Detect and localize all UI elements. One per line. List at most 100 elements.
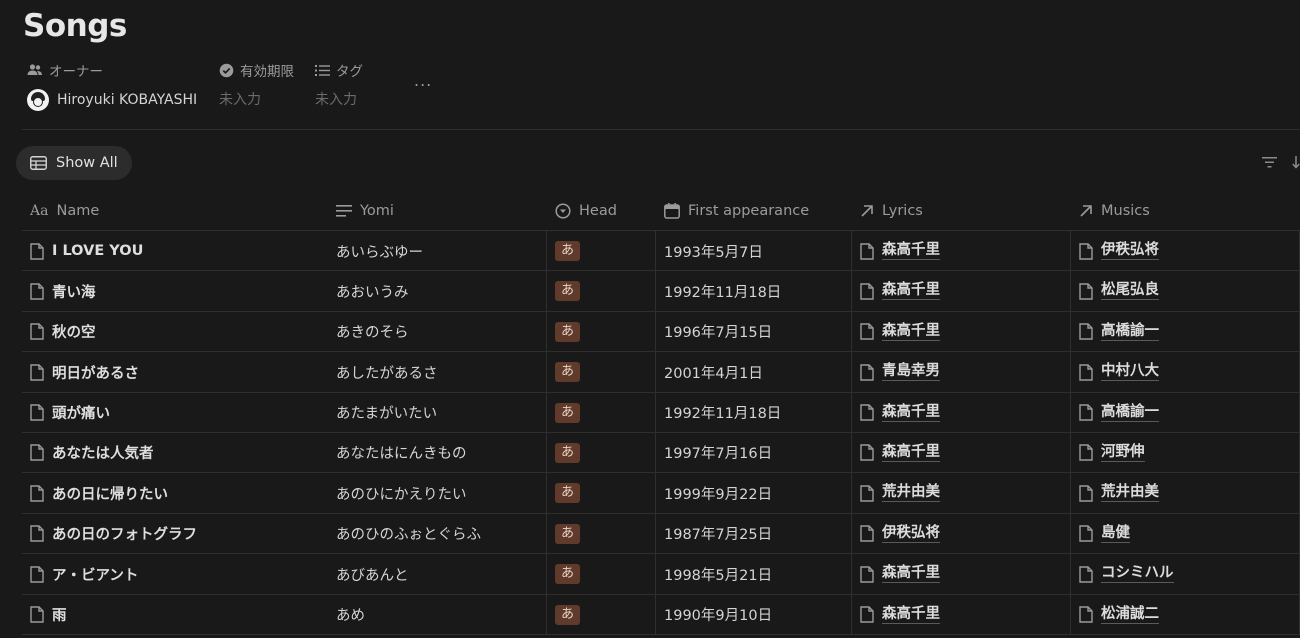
cell-musics[interactable]: 高橋諭一 (1071, 392, 1300, 433)
relation-link[interactable]: 高橋諭一 (1101, 323, 1159, 341)
cell-first[interactable]: 1990年9月10日 (656, 594, 852, 635)
cell-musics[interactable]: 島健 (1071, 513, 1300, 554)
cell-text[interactable]: ア・ビアント (52, 564, 138, 585)
view-tab-show-all[interactable]: Show All (16, 146, 132, 180)
table-row[interactable]: あなたは人気者 あなたはにんきもの あ 1997年7月16日 森高千里 河野伸 (22, 432, 1300, 474)
cell-first[interactable]: 1998年5月21日 (656, 554, 852, 595)
cell-lyrics[interactable]: 荒井由美 (852, 473, 1071, 514)
cell-head[interactable]: あ (547, 432, 656, 473)
cell-text[interactable]: 雨 (52, 604, 67, 625)
cell-name[interactable]: 明日があるさ (22, 352, 328, 392)
cell-name[interactable]: 青い海 (22, 271, 328, 311)
cell-lyrics[interactable]: 森高千里 (852, 231, 1071, 271)
cell-head[interactable]: あ (547, 392, 656, 433)
cell-first[interactable]: 1997年7月16日 (656, 432, 852, 473)
table-row[interactable]: 秋の空 あきのそら あ 1996年7月15日 森高千里 高橋諭一 (22, 311, 1300, 353)
cell-musics[interactable]: 伊秩弘将 (1071, 231, 1300, 271)
cell-name[interactable]: I LOVE YOU (22, 231, 328, 271)
owner-value[interactable]: Hiroyuki KOBAYASHI (27, 89, 197, 111)
cell-first[interactable]: 1992年11月18日 (656, 271, 852, 312)
relation-link[interactable]: 森高千里 (882, 606, 940, 624)
relation-link[interactable]: 伊秩弘将 (882, 525, 940, 543)
table-row[interactable]: 雨 あめ あ 1990年9月10日 森高千里 松浦誠二 (22, 594, 1300, 635)
table-row[interactable]: ア・ビアント あびあんと あ 1998年5月21日 森高千里 コシミハル (22, 554, 1300, 595)
relation-link[interactable]: 伊秩弘将 (1101, 242, 1159, 260)
cell-first[interactable]: 2001年4月1日 (656, 352, 852, 393)
cell-musics[interactable]: 松浦誠二 (1071, 594, 1300, 635)
relation-link[interactable]: 森高千里 (882, 242, 940, 260)
cell-text[interactable]: 頭が痛い (52, 402, 110, 423)
cell-head[interactable]: あ (547, 473, 656, 514)
table-row[interactable]: あの日のフォトグラフ あのひのふぉとぐらふ あ 1987年7月25日 伊秩弘将 島健 (22, 513, 1300, 555)
relation-link[interactable]: 森高千里 (882, 282, 940, 301)
column-header-head[interactable]: Head (547, 191, 656, 230)
cell-musics[interactable]: 中村八大 (1071, 352, 1300, 393)
cell-first[interactable]: 1996年7月15日 (656, 311, 852, 352)
cell-text[interactable]: 青い海 (52, 281, 96, 302)
relation-link[interactable]: コシミハル (1101, 565, 1174, 584)
cell-name[interactable]: ア・ビアント (22, 554, 328, 594)
relation-link[interactable]: 松浦誠二 (1101, 606, 1159, 624)
table-row[interactable]: 明日があるさ あしたがあるさ あ 2001年4月1日 青島幸男 中村八大 (22, 352, 1300, 393)
cell-text[interactable]: あの日に帰りたい (52, 483, 168, 504)
cell-name[interactable]: 秋の空 (22, 312, 328, 352)
cell-yomi[interactable]: あのひのふぉとぐらふ (328, 513, 547, 554)
cell-yomi[interactable]: あのひにかえりたい (328, 473, 547, 514)
column-header-name[interactable]: Aa Name (22, 191, 328, 230)
owner-property-label[interactable]: オーナー (27, 60, 103, 80)
relation-link[interactable]: 荒井由美 (1101, 484, 1159, 503)
relation-link[interactable]: 河野伸 (1101, 444, 1145, 462)
more-properties-button[interactable]: ... (414, 71, 432, 90)
table-row[interactable]: あの日に帰りたい あのひにかえりたい あ 1999年9月22日 荒井由美 荒井由美 (22, 473, 1300, 514)
cell-lyrics[interactable]: 森高千里 (852, 432, 1071, 473)
cell-yomi[interactable]: あびあんと (328, 554, 547, 595)
cell-text[interactable]: あの日のフォトグラフ (52, 523, 197, 544)
column-header-first-appearance[interactable]: First appearance (656, 191, 852, 230)
cell-first[interactable]: 1987年7月25日 (656, 513, 852, 554)
cell-head[interactable]: あ (547, 554, 656, 595)
cell-musics[interactable]: 荒井由美 (1071, 473, 1300, 514)
cell-first[interactable]: 1993年5月7日 (656, 231, 852, 271)
cell-lyrics[interactable]: 青島幸男 (852, 352, 1071, 393)
relation-link[interactable]: 荒井由美 (882, 484, 940, 503)
expiry-property-label[interactable]: 有効期限 (219, 60, 294, 80)
cell-head[interactable]: あ (547, 311, 656, 352)
cell-text[interactable]: あなたは人気者 (52, 442, 154, 463)
cell-lyrics[interactable]: 森高千里 (852, 594, 1071, 635)
cell-yomi[interactable]: あたまがいたい (328, 392, 547, 433)
expiry-value[interactable]: 未入力 (219, 89, 261, 109)
relation-link[interactable]: 松尾弘良 (1101, 282, 1159, 301)
table-row[interactable]: 青い海 あおいうみ あ 1992年11月18日 森高千里 松尾弘良 (22, 271, 1300, 312)
table-row[interactable]: I LOVE YOU あいらぶゆー あ 1993年5月7日 森高千里 伊秩弘将 (22, 231, 1300, 272)
cell-head[interactable]: あ (547, 594, 656, 635)
cell-yomi[interactable]: あしたがあるさ (328, 352, 547, 393)
cell-text[interactable]: I LOVE YOU (52, 243, 143, 259)
cell-yomi[interactable]: あいらぶゆー (328, 231, 547, 271)
relation-link[interactable]: 森高千里 (882, 444, 940, 462)
cell-lyrics[interactable]: 森高千里 (852, 271, 1071, 312)
cell-name[interactable]: 頭が痛い (22, 393, 328, 433)
cell-text[interactable]: 明日があるさ (52, 362, 139, 383)
relation-link[interactable]: 中村八大 (1101, 363, 1159, 382)
cell-name[interactable]: 雨 (22, 595, 328, 635)
cell-head[interactable]: あ (547, 271, 656, 312)
cell-head[interactable]: あ (547, 231, 656, 271)
relation-link[interactable]: 高橋諭一 (1101, 404, 1159, 422)
cell-name[interactable]: あなたは人気者 (22, 433, 328, 473)
cell-musics[interactable]: 河野伸 (1071, 432, 1300, 473)
sort-icon[interactable] (1292, 156, 1300, 170)
filter-icon[interactable] (1262, 157, 1277, 168)
cell-lyrics[interactable]: 伊秩弘将 (852, 513, 1071, 554)
column-header-yomi[interactable]: Yomi (328, 191, 547, 230)
relation-link[interactable]: 森高千里 (882, 323, 940, 341)
relation-link[interactable]: 青島幸男 (882, 363, 940, 382)
cell-head[interactable]: あ (547, 352, 656, 393)
relation-link[interactable]: 島健 (1101, 525, 1130, 543)
cell-lyrics[interactable]: 森高千里 (852, 554, 1071, 595)
cell-yomi[interactable]: あきのそら (328, 311, 547, 352)
relation-link[interactable]: 森高千里 (882, 565, 940, 584)
cell-yomi[interactable]: あなたはにんきもの (328, 432, 547, 473)
tags-property-label[interactable]: タグ (315, 60, 363, 80)
cell-lyrics[interactable]: 森高千里 (852, 392, 1071, 433)
table-row[interactable]: 頭が痛い あたまがいたい あ 1992年11月18日 森高千里 高橋諭一 (22, 392, 1300, 433)
